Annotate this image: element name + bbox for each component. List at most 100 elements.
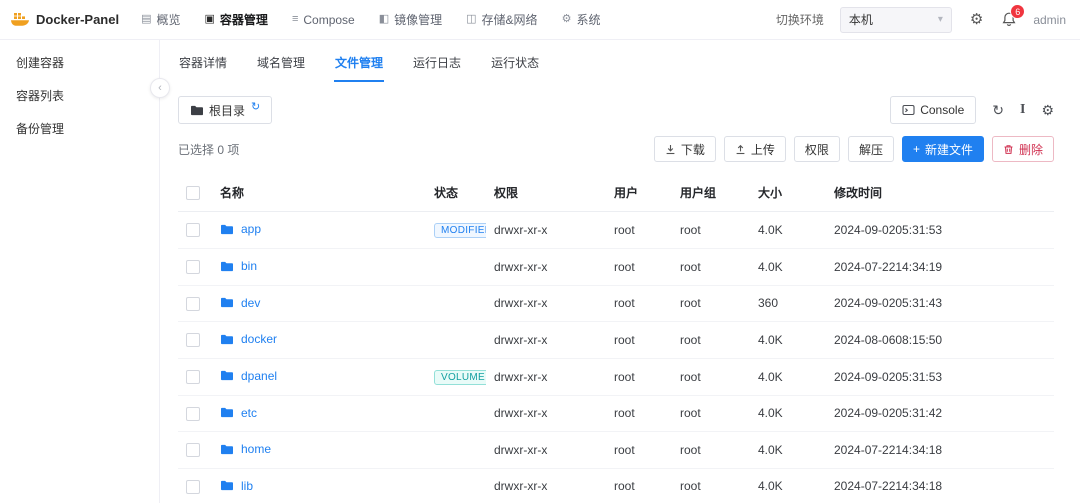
size-cell: 4.0K bbox=[750, 468, 826, 503]
file-name-link[interactable]: lib bbox=[241, 479, 253, 493]
nav-item[interactable]: ⚙ 系统 bbox=[562, 11, 601, 28]
file-name-link[interactable]: app bbox=[241, 222, 261, 236]
table-row: app MODIFIED drwxr-xr-x root root 4.0K 2… bbox=[178, 211, 1054, 249]
size-cell: 360 bbox=[750, 285, 826, 322]
nav-item[interactable]: ◧ 镜像管理 bbox=[379, 11, 442, 28]
row-checkbox[interactable] bbox=[186, 333, 200, 348]
plus-icon: + bbox=[912, 142, 920, 156]
nav-item-label: 系统 bbox=[576, 13, 601, 27]
top-nav: ▤ 概览 ▣ 容器管理 ≡ Compose ◧ 镜像管理 ◫ 存储&网络 ⚙ 系… bbox=[141, 11, 600, 28]
console-button[interactable]: Console bbox=[890, 96, 977, 124]
select-all-checkbox[interactable] bbox=[186, 185, 200, 200]
mtime-cell: 2024-07-2214:34:18 bbox=[826, 468, 1054, 503]
mtime-cell: 2024-09-0205:31:43 bbox=[826, 285, 1054, 322]
sidebar-item[interactable]: 备份管理 bbox=[0, 112, 159, 145]
brand-title: Docker-Panel bbox=[36, 12, 120, 27]
tab-label: 运行日志 bbox=[413, 56, 462, 70]
folder-icon bbox=[220, 334, 234, 345]
notification-count-badge: 6 bbox=[1010, 4, 1026, 19]
sidebar-item-label: 创建容器 bbox=[16, 56, 65, 70]
user-cell: root bbox=[606, 468, 672, 503]
file-name-link[interactable]: dev bbox=[241, 296, 260, 310]
permission-cell: drwxr-xr-x bbox=[486, 321, 606, 359]
download-button[interactable]: 下载 bbox=[653, 136, 716, 162]
row-checkbox[interactable] bbox=[186, 479, 200, 494]
mtime-cell: 2024-09-0205:31:42 bbox=[826, 395, 1054, 432]
refresh-icon[interactable]: ↻ bbox=[992, 103, 1004, 117]
nav-item-label: Compose bbox=[303, 12, 355, 27]
nav-item[interactable]: ≡ Compose bbox=[292, 13, 355, 27]
image-icon: ◧ bbox=[378, 13, 390, 25]
file-name-link[interactable]: home bbox=[241, 442, 271, 456]
table-row: lib drwxr-xr-x root root 4.0K 2024-07-22… bbox=[178, 468, 1054, 503]
column-header: 名称 bbox=[212, 174, 426, 212]
file-toolbar: 根目录 ↻ Console ↻ I ⚙ bbox=[178, 96, 1054, 124]
file-name-link[interactable]: etc bbox=[241, 406, 257, 420]
current-user[interactable]: admin bbox=[1033, 13, 1066, 27]
sidebar-collapse-button[interactable]: ‹ bbox=[150, 78, 170, 98]
path-refresh-icon: ↻ bbox=[251, 100, 261, 113]
file-name-link[interactable]: bin bbox=[241, 259, 257, 273]
row-checkbox[interactable] bbox=[186, 223, 200, 238]
extract-button[interactable]: 解压 bbox=[847, 136, 894, 162]
column-header: 大小 bbox=[750, 174, 826, 212]
notifications-bell[interactable]: 6 bbox=[1001, 4, 1026, 28]
brand[interactable]: Docker-Panel bbox=[10, 12, 119, 27]
delete-button[interactable]: 删除 bbox=[991, 136, 1054, 162]
row-checkbox[interactable] bbox=[186, 369, 200, 384]
user-cell: root bbox=[606, 285, 672, 322]
environment-select-value: 本机 bbox=[848, 13, 873, 27]
nav-item[interactable]: ▤ 概览 bbox=[141, 11, 180, 28]
group-cell: root bbox=[672, 468, 750, 503]
tab[interactable]: 文件管理 bbox=[334, 52, 385, 82]
download-icon bbox=[665, 144, 676, 155]
file-name-link[interactable]: dpanel bbox=[241, 369, 277, 383]
nav-item-label: 存储&网络 bbox=[481, 13, 538, 27]
nav-item[interactable]: ◫ 存储&网络 bbox=[466, 11, 537, 28]
row-checkbox[interactable] bbox=[186, 406, 200, 421]
sidebar-menu: 创建容器 容器列表 备份管理 bbox=[0, 46, 159, 145]
tab[interactable]: 域名管理 bbox=[256, 52, 306, 82]
mtime-cell: 2024-09-0205:31:53 bbox=[826, 211, 1054, 249]
file-table: 名称状态权限用户用户组大小修改时间 app MODIFIED drwxr-xr-… bbox=[178, 174, 1054, 503]
sidebar-item[interactable]: 容器列表 bbox=[0, 79, 159, 112]
file-name-link[interactable]: docker bbox=[241, 332, 277, 346]
status-badge: MODIFIED bbox=[434, 223, 486, 238]
upload-icon bbox=[735, 144, 746, 155]
sidebar-item[interactable]: 创建容器 bbox=[0, 46, 159, 79]
tab-label: 文件管理 bbox=[335, 56, 384, 70]
group-cell: root bbox=[672, 321, 750, 359]
new-file-button[interactable]: + 新建文件 bbox=[901, 136, 984, 162]
permission-button[interactable]: 权限 bbox=[793, 136, 840, 162]
user-cell: root bbox=[606, 248, 672, 286]
size-cell: 4.0K bbox=[750, 395, 826, 432]
permission-cell: drwxr-xr-x bbox=[486, 358, 606, 396]
root-directory-button[interactable]: 根目录 ↻ bbox=[178, 96, 273, 124]
user-cell: root bbox=[606, 431, 672, 469]
main-content: 容器详情 域名管理 文件管理 运行日志 运行状态 根目录 ↻ Console ↻… bbox=[160, 40, 1080, 503]
settings-gear-icon[interactable]: ⚙ bbox=[968, 10, 985, 29]
folder-icon bbox=[220, 297, 234, 308]
terminal-icon bbox=[902, 104, 915, 116]
top-navbar: Docker-Panel ▤ 概览 ▣ 容器管理 ≡ Compose ◧ 镜像管… bbox=[0, 0, 1080, 40]
user-cell: root bbox=[606, 395, 672, 432]
environment-select[interactable]: 本机 ▾ bbox=[839, 6, 952, 33]
status-badge: VOLUME bbox=[434, 369, 486, 385]
tab-label: 域名管理 bbox=[257, 56, 306, 70]
table-settings-gear-icon[interactable]: ⚙ bbox=[1041, 103, 1054, 117]
upload-button[interactable]: 上传 bbox=[723, 136, 786, 162]
topbar-right: 切换环境 本机 ▾ ⚙ 6 admin bbox=[776, 4, 1066, 33]
tab[interactable]: 运行状态 bbox=[490, 52, 540, 82]
text-cursor-icon[interactable]: I bbox=[1020, 103, 1025, 117]
folder-icon bbox=[220, 407, 234, 418]
container-icon: ▣ bbox=[204, 13, 215, 25]
row-checkbox[interactable] bbox=[186, 260, 200, 275]
group-cell: root bbox=[672, 211, 750, 249]
tab[interactable]: 运行日志 bbox=[412, 52, 462, 82]
user-cell: root bbox=[606, 358, 672, 396]
row-checkbox[interactable] bbox=[186, 443, 200, 458]
tab[interactable]: 容器详情 bbox=[178, 52, 228, 82]
row-checkbox[interactable] bbox=[186, 296, 200, 311]
nav-item[interactable]: ▣ 容器管理 bbox=[205, 11, 268, 28]
table-row: home drwxr-xr-x root root 4.0K 2024-07-2… bbox=[178, 431, 1054, 469]
